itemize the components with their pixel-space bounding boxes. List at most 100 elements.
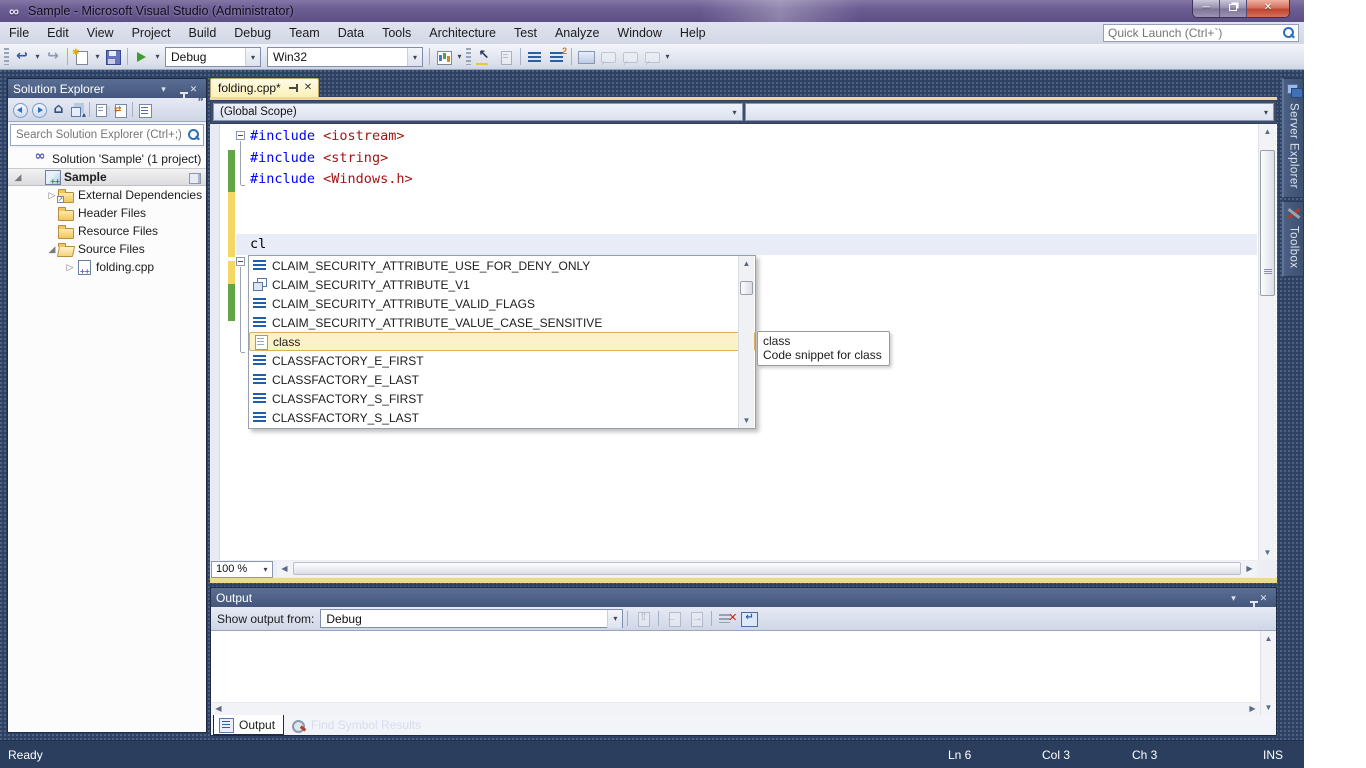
outline-region-icon[interactable] bbox=[576, 48, 596, 66]
menu-item[interactable]: Data bbox=[329, 22, 373, 44]
collapse-all-icon[interactable] bbox=[68, 101, 87, 119]
close-button[interactable]: ✕ bbox=[1247, 0, 1289, 17]
code-line[interactable]: cl bbox=[236, 234, 1257, 256]
intellisense-item[interactable]: CLASSFACTORY_S_LAST bbox=[249, 408, 755, 427]
menu-item[interactable]: Window bbox=[608, 22, 670, 44]
output-titlebar[interactable]: Output ▾ ✕ bbox=[211, 588, 1276, 607]
back-icon[interactable] bbox=[11, 101, 30, 119]
autohide-tab[interactable]: Toolbox bbox=[1282, 201, 1304, 277]
scrollbar-thumb[interactable] bbox=[1260, 150, 1275, 296]
scrollbar-thumb[interactable] bbox=[740, 281, 753, 295]
close-icon[interactable]: ✕ bbox=[186, 80, 201, 98]
scrollbar-thumb[interactable] bbox=[293, 562, 1241, 575]
previous-message-icon[interactable] bbox=[664, 610, 684, 628]
zoom-dropdown[interactable]: 100 % ▾ bbox=[211, 561, 273, 578]
scroll-right-icon[interactable]: ▶ bbox=[1245, 703, 1260, 715]
intellisense-item[interactable]: CLAIM_SECURITY_ATTRIBUTE_V1 bbox=[249, 275, 755, 294]
window-position-menu-icon[interactable]: ▾ bbox=[1226, 589, 1241, 607]
toolbar-overflow-icon[interactable]: ▾ bbox=[663, 48, 672, 66]
comment-bubble-icon[interactable] bbox=[598, 48, 618, 66]
solution-explorer-search-input[interactable] bbox=[11, 129, 186, 141]
menu-item[interactable]: Tools bbox=[373, 22, 420, 44]
comment-bubble-icon[interactable] bbox=[642, 48, 662, 66]
menu-item[interactable]: Test bbox=[505, 22, 546, 44]
scroll-up-icon[interactable]: ▲ bbox=[739, 256, 754, 271]
tree-row[interactable]: ▷ folding.cpp bbox=[8, 258, 206, 276]
scroll-down-icon[interactable]: ▼ bbox=[1259, 545, 1276, 560]
toolbar-grip[interactable] bbox=[4, 48, 9, 65]
tree-expander-icon[interactable]: ◢ bbox=[46, 244, 58, 255]
home-icon[interactable] bbox=[49, 101, 68, 119]
intellisense-item[interactable]: CLAIM_SECURITY_ATTRIBUTE_VALID_FLAGS bbox=[249, 294, 755, 313]
chevron-down-icon[interactable]: ▾ bbox=[245, 48, 260, 66]
start-debugging-icon[interactable] bbox=[132, 48, 152, 66]
output-horizontal-scrollbar[interactable]: ◀ ▶ bbox=[211, 702, 1260, 715]
close-icon[interactable]: ✕ bbox=[304, 83, 312, 93]
save-icon[interactable] bbox=[103, 48, 123, 66]
intellisense-item[interactable]: CLAIM_SECURITY_ATTRIBUTE_VALUE_CASE_SENS… bbox=[249, 313, 755, 332]
forward-icon[interactable] bbox=[30, 101, 49, 119]
tree-expander-icon[interactable]: ◢ bbox=[12, 172, 24, 183]
member-dropdown[interactable]: ▾ bbox=[745, 103, 1275, 121]
editor-body[interactable]: #include <iostream>#include <string>#inc… bbox=[210, 124, 1277, 560]
menu-item[interactable]: Edit bbox=[38, 22, 78, 44]
tree-row[interactable]: Solution 'Sample' (1 project) bbox=[8, 150, 206, 168]
navigate-backward-icon[interactable] bbox=[12, 48, 32, 66]
intellisense-item[interactable]: class bbox=[249, 332, 755, 351]
menu-item[interactable]: Help bbox=[671, 22, 715, 44]
next-message-icon[interactable] bbox=[686, 610, 706, 628]
tree-expander-icon[interactable]: ▷ bbox=[64, 262, 76, 273]
chevron-down-icon[interactable]: ▾ bbox=[607, 610, 622, 628]
copy-format-icon[interactable] bbox=[496, 48, 516, 66]
tree-row[interactable]: ▷ External Dependencies bbox=[8, 186, 206, 204]
restore-button[interactable] bbox=[1220, 0, 1247, 17]
editor-vertical-scrollbar[interactable]: ▲ ▼ bbox=[1258, 124, 1276, 560]
close-icon[interactable]: ✕ bbox=[1256, 589, 1271, 607]
scroll-right-icon[interactable]: ▶ bbox=[1242, 561, 1257, 577]
scroll-left-icon[interactable]: ◀ bbox=[211, 703, 226, 715]
menu-item[interactable]: Project bbox=[123, 22, 180, 44]
menu-item[interactable]: Architecture bbox=[420, 22, 505, 44]
chevron-down-icon[interactable]: ▾ bbox=[407, 48, 422, 66]
code-line[interactable]: #include <string> bbox=[236, 148, 1257, 170]
code-line[interactable]: #include <iostream> bbox=[236, 126, 1257, 148]
chevron-down-icon[interactable]: ▾ bbox=[1259, 108, 1273, 117]
chevron-down-icon[interactable]: ▾ bbox=[728, 108, 742, 117]
configuration-manager-icon[interactable] bbox=[434, 48, 454, 66]
search-icon[interactable] bbox=[1281, 26, 1295, 40]
dropdown-caret-icon[interactable]: ▾ bbox=[153, 48, 162, 66]
select-tool-icon[interactable] bbox=[474, 48, 494, 66]
panel-tab[interactable]: Output bbox=[213, 715, 284, 735]
solution-configuration-combo[interactable]: Debug ▾ bbox=[165, 47, 261, 67]
pin-icon[interactable] bbox=[288, 83, 300, 93]
autohide-tab[interactable]: Server Explorer bbox=[1282, 78, 1304, 198]
scroll-up-icon[interactable]: ▲ bbox=[1259, 124, 1276, 139]
menu-item[interactable]: Team bbox=[280, 22, 329, 44]
scroll-down-icon[interactable]: ▼ bbox=[739, 413, 754, 428]
toolbar-overflow-icon[interactable]: ” bbox=[197, 98, 204, 108]
panel-tab[interactable]: Find Symbol Results bbox=[286, 715, 429, 735]
code-line[interactable] bbox=[236, 212, 1257, 234]
scroll-down-icon[interactable]: ▼ bbox=[1261, 700, 1276, 715]
menu-item[interactable]: Analyze bbox=[546, 22, 608, 44]
intellisense-item[interactable]: CLASSFACTORY_E_FIRST bbox=[249, 351, 755, 370]
window-position-menu-icon[interactable]: ▾ bbox=[156, 80, 171, 98]
menu-item[interactable]: File bbox=[0, 22, 38, 44]
tree-row[interactable]: Resource Files bbox=[8, 222, 206, 240]
intellisense-item[interactable]: CLASSFACTORY_S_FIRST bbox=[249, 389, 755, 408]
toggle-word-wrap-icon[interactable] bbox=[739, 610, 759, 628]
toolbar-overflow-icon[interactable]: ▾ bbox=[455, 48, 464, 66]
editor-horizontal-scrollbar[interactable]: ◀ ▶ bbox=[277, 561, 1257, 577]
code-area[interactable]: #include <iostream>#include <string>#inc… bbox=[236, 126, 1257, 255]
titlebar[interactable]: ∞ Sample - Microsoft Visual Studio (Admi… bbox=[0, 0, 1304, 22]
output-source-combo[interactable]: Debug ▾ bbox=[320, 609, 623, 628]
scope-dropdown[interactable]: (Global Scope) ▾ bbox=[213, 103, 743, 121]
scroll-left-icon[interactable]: ◀ bbox=[277, 561, 292, 577]
menu-item[interactable]: View bbox=[78, 22, 123, 44]
fold-marker[interactable] bbox=[236, 257, 245, 266]
code-line[interactable]: #include <Windows.h> bbox=[236, 169, 1257, 191]
search-icon[interactable] bbox=[186, 128, 200, 142]
properties-icon[interactable] bbox=[135, 101, 154, 119]
menu-item[interactable]: Build bbox=[179, 22, 225, 44]
show-all-files-icon[interactable] bbox=[92, 101, 111, 119]
